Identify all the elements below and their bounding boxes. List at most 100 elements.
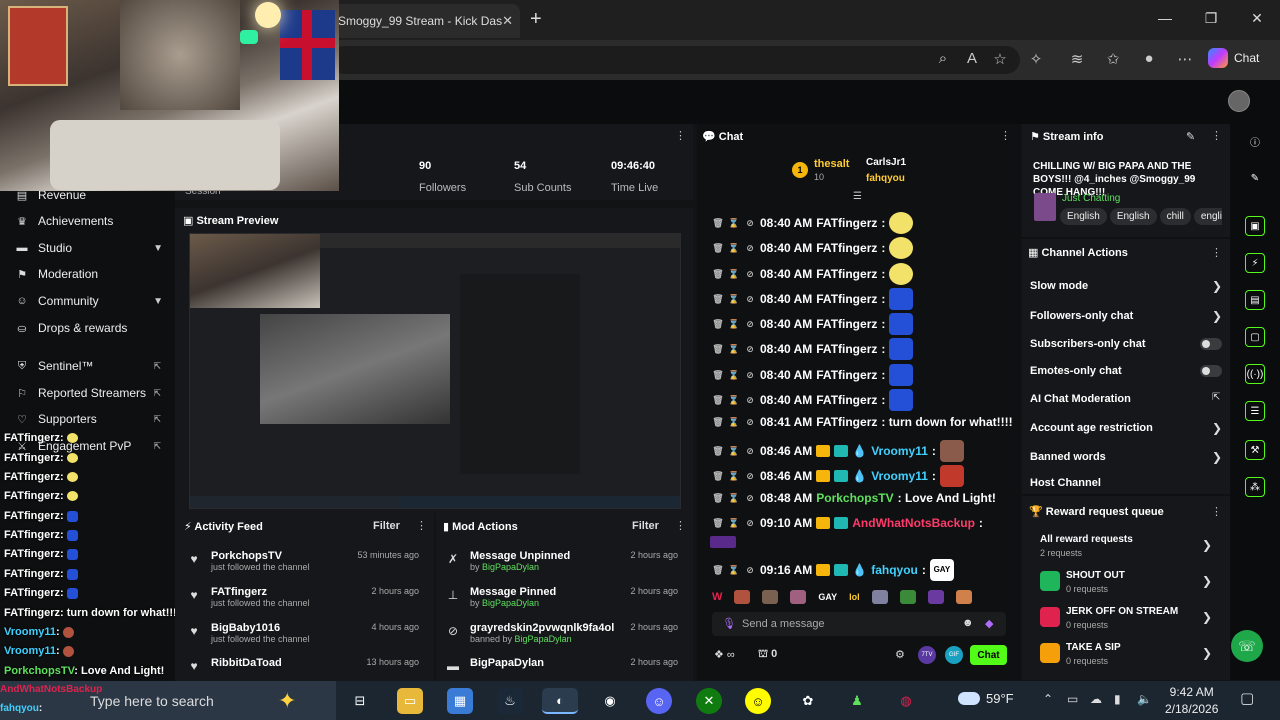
sidebar-item-drops[interactable]: ⛀ Drops & rewards [0,315,175,341]
stream-info-menu-icon[interactable]: ⋮ [1211,129,1222,142]
discord-icon[interactable]: ☺ [646,688,672,714]
maximize-button[interactable]: ❐ [1196,10,1226,27]
chat-message[interactable]: 🗑 ⌛ ⊘ 08:40 AM FATfingerz: [712,313,914,335]
sidebar-item-moderation[interactable]: ⚑ Moderation [0,261,175,287]
list-item[interactable]: ♥ FATfingerz just followed the channel 2 ho… [187,586,427,620]
account-age-option[interactable]: Account age restriction [1030,422,1153,434]
chat-message[interactable]: 🗑 ⌛ ⊘ 09:10 AM AndWhatNotsBackup: [712,516,983,530]
obs-icon[interactable]: ◉ [597,688,623,714]
chevron-right-icon[interactable]: ❯ [1212,421,1222,435]
favorite-star-icon[interactable]: ☆ [989,50,1011,68]
copilot-chat-button[interactable]: Chat [1208,48,1259,68]
paint-icon[interactable]: ✿ [795,688,821,714]
chat-message[interactable]: 🗑 ⌛ ⊘ 08:46 AM 💧 Vroomy11: [712,465,964,487]
stream-preview-video[interactable] [189,233,681,509]
channel-actions-menu-icon[interactable]: ⋮ [1211,246,1222,259]
nodes-icon[interactable]: ⁂ [1245,477,1265,497]
taskbar-clock[interactable]: 9:42 AM 2/18/2026 [1165,684,1218,718]
tag[interactable]: English [1060,208,1107,225]
reward-item[interactable]: JERK OFF ON STREAM 0 requests ❯ [1040,604,1220,636]
expand-icon[interactable]: ☰ [853,191,862,202]
chat-message[interactable]: 🗑 ⌛ ⊘ 08:40 AM FATfingerz: [712,263,914,285]
chevron-right-icon[interactable]: ❯ [1212,279,1222,293]
bolt-icon[interactable]: ⚡ [1245,253,1265,273]
tab-close-icon[interactable]: ✕ [502,13,513,29]
info-icon[interactable]: ⓘ [1245,131,1265,151]
sidebar-item-reported-streamers[interactable]: ⚐ Reported Streamers ⇱ [0,380,175,406]
activity-menu-icon[interactable]: ⋮ [416,519,427,532]
notification-icon[interactable]: ▢ [1240,689,1254,707]
pencil-icon[interactable]: ✎ [1245,168,1265,188]
tray-overflow-icon[interactable]: ⌃ [1043,692,1053,706]
list-item[interactable]: ⊘ grayredskin2pvwqnlk9fa4ol banned by BigP… [446,622,686,656]
edge-icon[interactable]: ◐ [542,688,578,714]
support-chat-icon[interactable]: ☏ [1231,630,1263,662]
chevron-right-icon[interactable]: ❯ [1212,309,1222,323]
chat-settings-icon[interactable]: ⚙ [895,648,905,661]
browser-tab[interactable]: Smoggy_99 Stream - Kick Das ✕ [330,4,520,38]
reward-item-all[interactable]: All reward requests 2 requests ❯ [1040,532,1220,564]
mod-menu-icon[interactable]: ⋮ [675,519,686,532]
host-channel-option[interactable]: Host Channel [1030,477,1101,489]
read-aloud-icon[interactable]: A [961,50,983,67]
sidebar-item-studio[interactable]: ▬ Studio ▼ [0,235,175,261]
task-view-icon[interactable]: ⊟ [347,688,373,714]
reward-item[interactable]: SHOUT OUT 0 requests ❯ [1040,568,1220,600]
recording-app-icon[interactable]: ◍ [893,688,919,714]
chat-message[interactable]: 🗑 ⌛ ⊘ 08:40 AM FATfingerz: [712,338,914,360]
subscribers-only-toggle[interactable] [1200,338,1222,350]
layers-icon[interactable]: ☰ [1245,401,1265,421]
chat-menu-icon[interactable]: ⋮ [1000,129,1011,142]
onedrive-icon[interactable]: ☁ [1090,692,1102,706]
wrench-icon[interactable]: ⚒ [1245,440,1265,460]
tag[interactable]: englis [1193,208,1222,225]
sidebar-item-supporters[interactable]: ♡ Supporters ⇱ [0,406,175,432]
extensions-icon[interactable]: ✧ [1025,50,1047,68]
reward-item[interactable]: TAKE A SIP 0 requests ❯ [1040,640,1220,672]
slow-mode-option[interactable]: Slow mode [1030,280,1088,292]
steam-icon[interactable]: ♨ [497,688,523,714]
mod-filter-button[interactable]: Filter [632,520,659,532]
profile-icon[interactable]: ● [1138,50,1160,67]
chat-message[interactable]: 🗑 ⌛ ⊘ 08:40 AM FATfingerz: [712,288,914,310]
qr-icon[interactable]: ▣ [1245,216,1265,236]
emoji-icon[interactable]: ☻ [962,617,974,629]
chat-message[interactable]: 🗑 ⌛ ⊘ 08:46 AM 💧 Vroomy11: [712,440,964,462]
snapchat-icon[interactable]: ☺ [745,688,771,714]
gif-icon[interactable]: GIF [945,646,963,664]
list-item[interactable]: ♥ BigBaby1016 just followed the channel 4 h… [187,622,427,656]
stats-menu-icon[interactable]: ⋮ [675,129,686,142]
volume-icon[interactable]: 🔈 [1137,692,1152,706]
document-icon[interactable]: ▤ [1245,290,1265,310]
list-item[interactable]: ✗ Message Unpinned by BigPapaDylan 2 hours … [446,550,686,584]
gift-counter[interactable]: ⛫ 0 [758,648,777,662]
address-bar[interactable] [330,46,1020,74]
7tv-icon[interactable]: 7TV [918,646,936,664]
chat-message[interactable]: 🗑 ⌛ ⊘ 08:40 AM FATfingerz: [712,364,914,386]
reward-menu-icon[interactable]: ⋮ [1211,505,1222,518]
minimize-button[interactable]: — [1150,10,1180,26]
edit-icon[interactable]: ✎ [1186,130,1195,143]
xbox-icon[interactable]: ✕ [696,688,722,714]
emotes-only-toggle[interactable] [1200,365,1222,377]
chat-message[interactable]: 🗑 ⌛ ⊘ 08:40 AM FATfingerz: [712,237,914,259]
kick-emote-icon[interactable]: ◆ [985,617,993,630]
new-tab-button[interactable]: + [530,8,542,31]
close-window-button[interactable]: ✕ [1242,10,1272,27]
avatar[interactable] [1228,90,1250,112]
ai-moderation-option[interactable]: AI Chat Moderation [1030,393,1131,405]
chat-message[interactable]: 🗑 ⌛ ⊘ 08:41 AM FATfingerz: turn down for wha… [712,415,1012,429]
points-icon[interactable]: ❖ ∞ [714,648,735,661]
microphone-icon[interactable]: 🎙 [722,617,736,630]
sidebar-item-community[interactable]: ☺ Community ▼ [0,288,175,314]
store-icon[interactable]: ▦ [447,688,473,714]
chat-bubble-icon[interactable]: ▢ [1245,327,1265,347]
usb-icon[interactable]: ▮ [1114,692,1121,706]
chat-message[interactable]: 🗑 ⌛ ⊘ 08:40 AM FATfingerz: [712,212,914,234]
game-icon[interactable]: ♟ [844,688,870,714]
chat-message[interactable]: 🗑 ⌛ ⊘ 08:48 AM PorkchopsTV: Love And Light! [712,491,996,505]
battery-icon[interactable]: ▭ [1067,692,1078,706]
broadcast-icon[interactable]: ((·)) [1245,364,1265,384]
banned-words-option[interactable]: Banned words [1030,451,1106,463]
favorites-icon[interactable]: ✩ [1102,50,1124,68]
